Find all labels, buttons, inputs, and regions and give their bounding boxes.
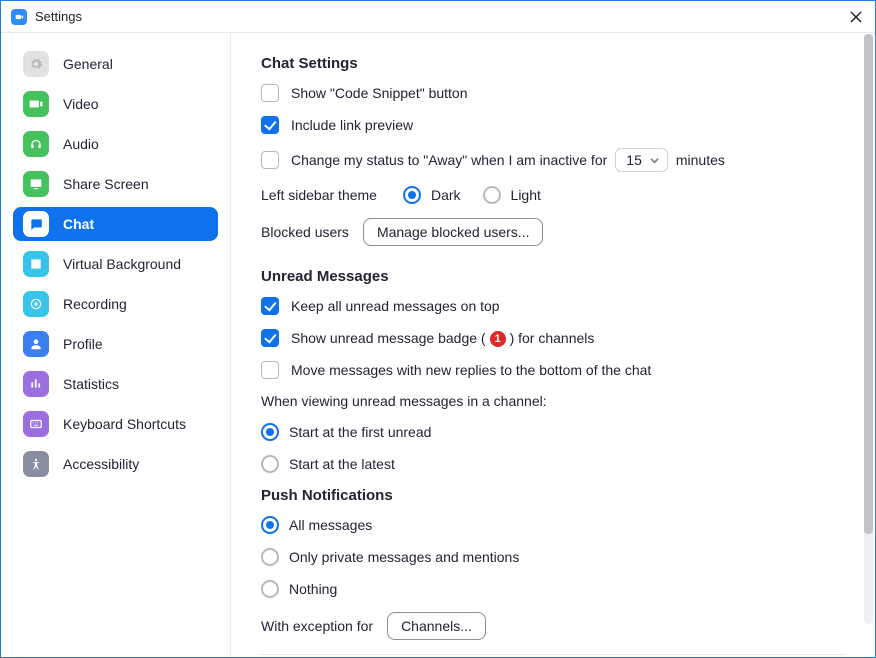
start-first-unread-radio[interactable] <box>261 423 279 441</box>
app-icon <box>11 9 27 25</box>
start-first-unread-label: Start at the first unread <box>289 424 431 440</box>
sidebar-item-label: Chat <box>63 216 94 232</box>
unread-badge-checkbox[interactable] <box>261 329 279 347</box>
viewing-unread-label: When viewing unread messages in a channe… <box>261 393 845 409</box>
theme-light-radio[interactable] <box>483 186 501 204</box>
headphones-icon <box>23 131 49 157</box>
start-first-unread-row: Start at the first unread <box>261 423 845 441</box>
unread-badge-prefix: Show unread message badge ( <box>291 330 486 346</box>
keep-on-top-row: Keep all unread messages on top <box>261 297 845 315</box>
divider <box>261 654 845 655</box>
share-screen-icon <box>23 171 49 197</box>
blocked-users-label: Blocked users <box>261 224 349 240</box>
move-replies-label: Move messages with new replies to the bo… <box>291 362 651 378</box>
away-status-suffix: minutes <box>676 152 725 168</box>
sidebar-item-label: Accessibility <box>63 456 139 472</box>
sidebar-item-profile[interactable]: Profile <box>13 327 218 361</box>
chat-settings-heading: Chat Settings <box>261 55 845 72</box>
gear-icon <box>23 51 49 77</box>
away-minutes-value: 15 <box>626 152 642 168</box>
start-latest-radio[interactable] <box>261 455 279 473</box>
code-snippet-row: Show "Code Snippet" button <box>261 84 845 102</box>
code-snippet-checkbox[interactable] <box>261 84 279 102</box>
unread-heading: Unread Messages <box>261 268 845 285</box>
sidebar-item-audio[interactable]: Audio <box>13 127 218 161</box>
sidebar-item-chat[interactable]: Chat <box>13 207 218 241</box>
sidebar-item-label: Share Screen <box>63 176 149 192</box>
move-replies-checkbox[interactable] <box>261 361 279 379</box>
away-status-prefix: Change my status to "Away" when I am ina… <box>291 152 607 168</box>
start-latest-row: Start at the latest <box>261 455 845 473</box>
sidebar-item-video[interactable]: Video <box>13 87 218 121</box>
virtual-bg-icon <box>23 251 49 277</box>
push-all-radio[interactable] <box>261 516 279 534</box>
chevron-down-icon <box>650 152 659 168</box>
keyboard-icon <box>23 411 49 437</box>
scrollbar-thumb[interactable] <box>864 34 873 534</box>
blocked-users-row: Blocked users Manage blocked users... <box>261 218 845 246</box>
sidebar-item-keyboard-shortcuts[interactable]: Keyboard Shortcuts <box>13 407 218 441</box>
away-minutes-select[interactable]: 15 <box>615 148 668 172</box>
manage-blocked-users-button[interactable]: Manage blocked users... <box>363 218 544 246</box>
sidebar-item-label: Statistics <box>63 376 119 392</box>
unread-badge-example: 1 <box>490 329 506 347</box>
titlebar: Settings <box>1 1 875 33</box>
push-all-label: All messages <box>289 517 372 533</box>
away-status-row: Change my status to "Away" when I am ina… <box>261 148 845 172</box>
close-button[interactable] <box>847 8 865 26</box>
away-status-checkbox[interactable] <box>261 151 279 169</box>
link-preview-checkbox[interactable] <box>261 116 279 134</box>
sidebar-item-share-screen[interactable]: Share Screen <box>13 167 218 201</box>
sidebar-item-recording[interactable]: Recording <box>13 287 218 321</box>
accessibility-icon <box>23 451 49 477</box>
exception-row: With exception for Channels... <box>261 612 845 640</box>
keep-on-top-checkbox[interactable] <box>261 297 279 315</box>
push-heading: Push Notifications <box>261 487 845 504</box>
video-icon <box>23 91 49 117</box>
code-snippet-label: Show "Code Snippet" button <box>291 85 468 101</box>
link-preview-row: Include link preview <box>261 116 845 134</box>
keep-on-top-label: Keep all unread messages on top <box>291 298 500 314</box>
sidebar-item-statistics[interactable]: Statistics <box>13 367 218 401</box>
chat-icon <box>23 211 49 237</box>
push-all-row: All messages <box>261 516 845 534</box>
profile-icon <box>23 331 49 357</box>
sidebar-item-general[interactable]: General <box>13 47 218 81</box>
sidebar-item-label: Profile <box>63 336 103 352</box>
push-private-row: Only private messages and mentions <box>261 548 845 566</box>
sidebar: General Video Audio Share Screen Chat Vi… <box>1 33 231 657</box>
push-private-radio[interactable] <box>261 548 279 566</box>
sidebar-item-label: Virtual Background <box>63 256 181 272</box>
sidebar-item-label: General <box>63 56 113 72</box>
window-body: General Video Audio Share Screen Chat Vi… <box>1 33 875 657</box>
link-preview-label: Include link preview <box>291 117 413 133</box>
window-title: Settings <box>35 9 82 24</box>
unread-badge-row: Show unread message badge ( 1 ) for chan… <box>261 329 845 347</box>
theme-light-label: Light <box>511 187 541 203</box>
sidebar-item-accessibility[interactable]: Accessibility <box>13 447 218 481</box>
recording-icon <box>23 291 49 317</box>
push-nothing-label: Nothing <box>289 581 337 597</box>
move-replies-row: Move messages with new replies to the bo… <box>261 361 845 379</box>
unread-badge-suffix: ) for channels <box>510 330 595 346</box>
unread-badge-icon: 1 <box>490 331 506 347</box>
sidebar-item-label: Audio <box>63 136 99 152</box>
sidebar-item-label: Video <box>63 96 99 112</box>
content-pane: Chat Settings Show "Code Snippet" button… <box>231 33 875 657</box>
settings-window: Settings General Video Audio Share Scree… <box>0 0 876 658</box>
push-nothing-radio[interactable] <box>261 580 279 598</box>
start-latest-label: Start at the latest <box>289 456 395 472</box>
sidebar-theme-label: Left sidebar theme <box>261 187 377 203</box>
theme-dark-label: Dark <box>431 187 461 203</box>
sidebar-item-virtual-background[interactable]: Virtual Background <box>13 247 218 281</box>
theme-dark-radio[interactable] <box>403 186 421 204</box>
sidebar-item-label: Keyboard Shortcuts <box>63 416 186 432</box>
push-private-label: Only private messages and mentions <box>289 549 519 565</box>
sidebar-item-label: Recording <box>63 296 127 312</box>
statistics-icon <box>23 371 49 397</box>
exception-label: With exception for <box>261 618 373 634</box>
sidebar-theme-row: Left sidebar theme Dark Light <box>261 186 845 204</box>
exception-channels-button[interactable]: Channels... <box>387 612 486 640</box>
push-nothing-row: Nothing <box>261 580 845 598</box>
